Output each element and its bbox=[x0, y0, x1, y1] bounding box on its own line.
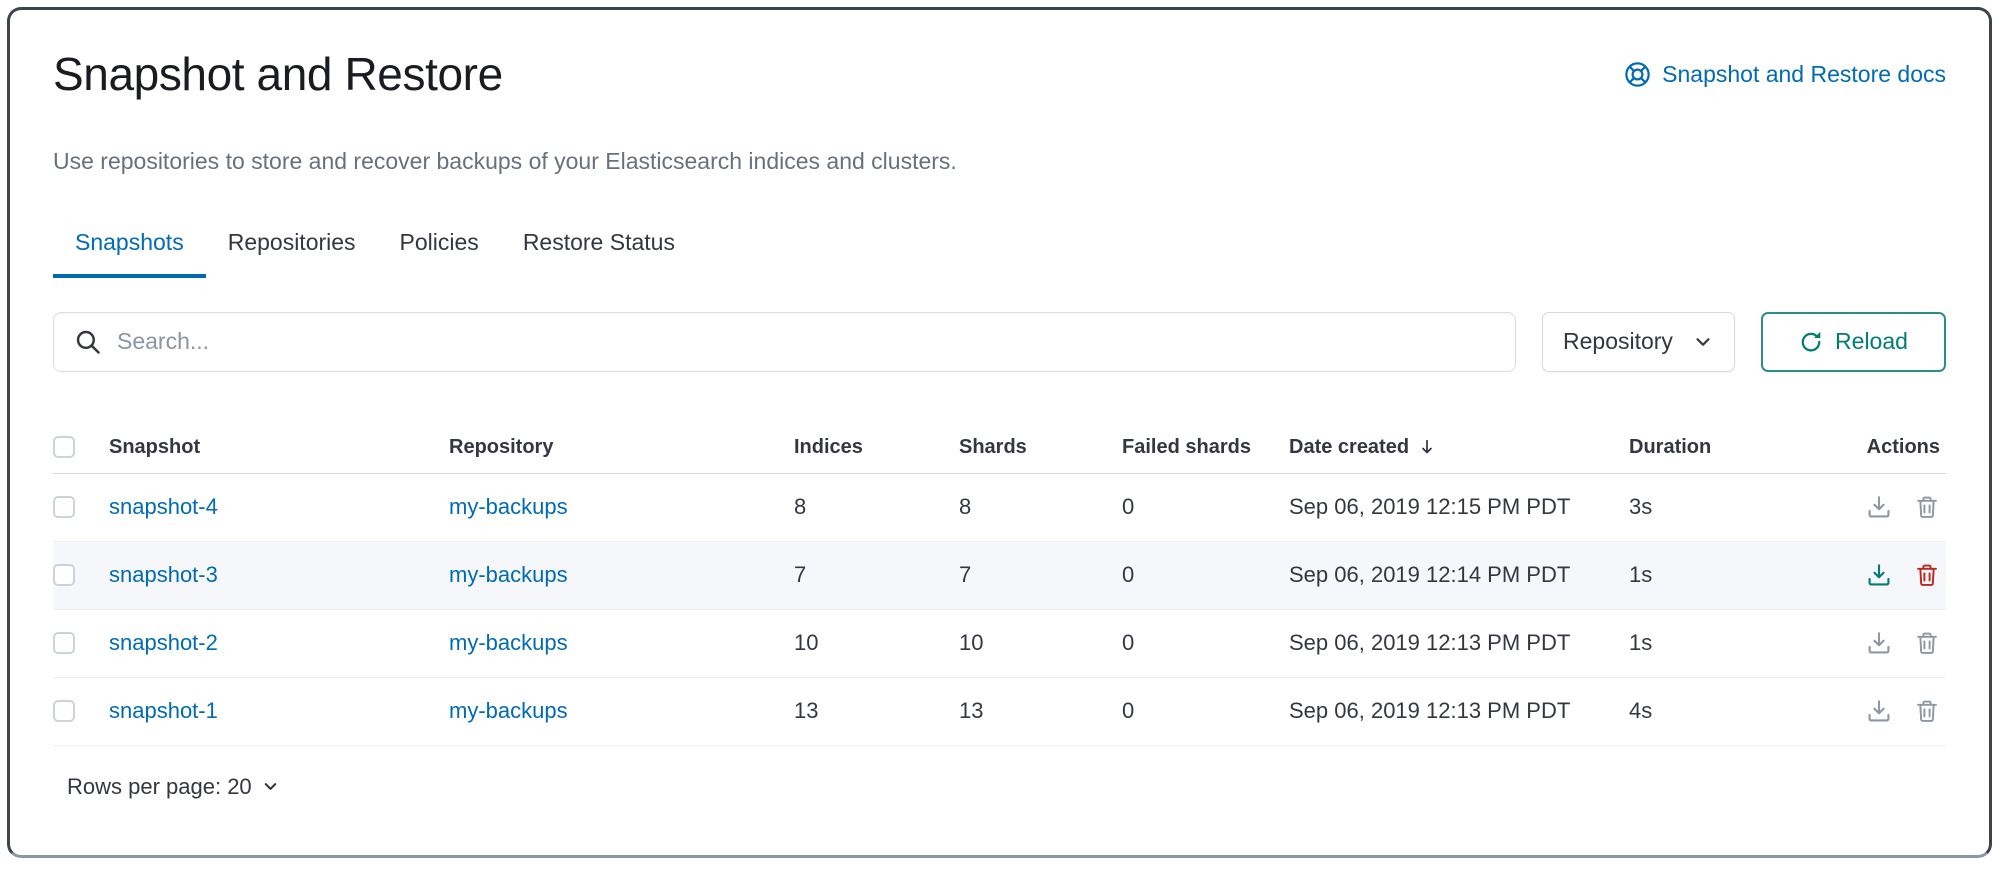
restore-snapshot-button[interactable] bbox=[1866, 562, 1892, 588]
indices-cell: 8 bbox=[794, 494, 959, 520]
tab-restore-status[interactable]: Restore Status bbox=[501, 229, 697, 278]
row-checkbox[interactable] bbox=[53, 564, 75, 586]
column-header-indices[interactable]: Indices bbox=[794, 436, 959, 459]
repository-link[interactable]: my-backups bbox=[449, 494, 568, 519]
repository-link[interactable]: my-backups bbox=[449, 630, 568, 655]
restore-snapshot-button[interactable] bbox=[1866, 698, 1892, 724]
trash-icon bbox=[1914, 698, 1940, 724]
column-header-actions: Actions bbox=[1867, 436, 1946, 459]
repository-link[interactable]: my-backups bbox=[449, 698, 568, 723]
repository-filter-button[interactable]: Repository bbox=[1542, 312, 1735, 372]
snapshots-table: Snapshot Repository Indices Shards Faile… bbox=[53, 422, 1946, 746]
refresh-icon bbox=[1799, 330, 1823, 354]
select-all-checkbox[interactable] bbox=[53, 436, 75, 458]
reload-button[interactable]: Reload bbox=[1761, 312, 1946, 372]
page-subtitle: Use repositories to store and recover ba… bbox=[53, 148, 1946, 175]
tab-repositories[interactable]: Repositories bbox=[206, 229, 378, 278]
chevron-down-icon bbox=[1692, 331, 1714, 353]
table-row: snapshot-2 my-backups 10 10 0 Sep 06, 20… bbox=[53, 610, 1946, 678]
table-row: snapshot-1 my-backups 13 13 0 Sep 06, 20… bbox=[53, 678, 1946, 746]
repository-link[interactable]: my-backups bbox=[449, 562, 568, 587]
docs-link-label: Snapshot and Restore docs bbox=[1662, 61, 1946, 88]
indices-cell: 10 bbox=[794, 630, 959, 656]
shards-cell: 13 bbox=[959, 698, 1122, 724]
failed-shards-cell: 0 bbox=[1122, 562, 1289, 588]
trash-icon bbox=[1914, 494, 1940, 520]
search-icon bbox=[74, 328, 102, 356]
shards-cell: 10 bbox=[959, 630, 1122, 656]
download-icon bbox=[1866, 630, 1892, 656]
delete-snapshot-button[interactable] bbox=[1914, 494, 1940, 520]
column-header-date-created-label: Date created bbox=[1289, 436, 1409, 459]
search-input[interactable] bbox=[117, 328, 1495, 355]
page-title: Snapshot and Restore bbox=[53, 46, 503, 104]
row-checkbox[interactable] bbox=[53, 632, 75, 654]
snapshot-link[interactable]: snapshot-2 bbox=[109, 630, 218, 655]
indices-cell: 13 bbox=[794, 698, 959, 724]
trash-icon bbox=[1914, 630, 1940, 656]
column-header-snapshot[interactable]: Snapshot bbox=[109, 436, 449, 459]
rows-per-page-label: Rows per page: 20 bbox=[67, 774, 252, 800]
failed-shards-cell: 0 bbox=[1122, 698, 1289, 724]
table-row: snapshot-3 my-backups 7 7 0 Sep 06, 2019… bbox=[53, 542, 1946, 610]
search-box[interactable] bbox=[53, 312, 1516, 372]
column-header-duration[interactable]: Duration bbox=[1629, 436, 1844, 459]
failed-shards-cell: 0 bbox=[1122, 630, 1289, 656]
date-created-cell: Sep 06, 2019 12:15 PM PDT bbox=[1289, 494, 1629, 520]
table-body: snapshot-4 my-backups 8 8 0 Sep 06, 2019… bbox=[53, 474, 1946, 746]
delete-snapshot-button[interactable] bbox=[1914, 698, 1940, 724]
duration-cell: 1s bbox=[1629, 630, 1844, 656]
duration-cell: 3s bbox=[1629, 494, 1844, 520]
life-buoy-icon bbox=[1624, 61, 1651, 88]
toolbar: Repository Reload bbox=[53, 312, 1946, 372]
download-icon bbox=[1866, 494, 1892, 520]
chevron-down-icon bbox=[261, 777, 280, 796]
table-header-row: Snapshot Repository Indices Shards Faile… bbox=[53, 422, 1946, 474]
download-icon bbox=[1866, 698, 1892, 724]
repository-filter-label: Repository bbox=[1563, 328, 1673, 355]
shards-cell: 7 bbox=[959, 562, 1122, 588]
pagination: Rows per page: 20 bbox=[53, 746, 1946, 800]
date-created-cell: Sep 06, 2019 12:13 PM PDT bbox=[1289, 630, 1629, 656]
column-header-date-created[interactable]: Date created bbox=[1289, 436, 1629, 459]
column-header-failed-shards[interactable]: Failed shards bbox=[1122, 436, 1289, 459]
tab-policies[interactable]: Policies bbox=[378, 229, 501, 278]
duration-cell: 4s bbox=[1629, 698, 1844, 724]
download-icon bbox=[1866, 562, 1892, 588]
delete-snapshot-button[interactable] bbox=[1914, 630, 1940, 656]
column-header-shards[interactable]: Shards bbox=[959, 436, 1122, 459]
column-header-repository[interactable]: Repository bbox=[449, 436, 794, 459]
snapshot-link[interactable]: snapshot-1 bbox=[109, 698, 218, 723]
restore-snapshot-button[interactable] bbox=[1866, 630, 1892, 656]
date-created-cell: Sep 06, 2019 12:14 PM PDT bbox=[1289, 562, 1629, 588]
trash-icon bbox=[1914, 562, 1940, 588]
duration-cell: 1s bbox=[1629, 562, 1844, 588]
snapshot-link[interactable]: snapshot-4 bbox=[109, 494, 218, 519]
row-checkbox[interactable] bbox=[53, 700, 75, 722]
delete-snapshot-button[interactable] bbox=[1914, 562, 1940, 588]
indices-cell: 7 bbox=[794, 562, 959, 588]
docs-link[interactable]: Snapshot and Restore docs bbox=[1624, 61, 1946, 88]
sort-down-icon bbox=[1417, 437, 1437, 457]
page-header: Snapshot and Restore Snapshot and Restor… bbox=[53, 46, 1946, 104]
snapshot-link[interactable]: snapshot-3 bbox=[109, 562, 218, 587]
shards-cell: 8 bbox=[959, 494, 1122, 520]
rows-per-page-button[interactable]: Rows per page: 20 bbox=[67, 774, 280, 800]
row-checkbox[interactable] bbox=[53, 496, 75, 518]
tab-bar: Snapshots Repositories Policies Restore … bbox=[53, 229, 1946, 278]
table-row: snapshot-4 my-backups 8 8 0 Sep 06, 2019… bbox=[53, 474, 1946, 542]
restore-snapshot-button[interactable] bbox=[1866, 494, 1892, 520]
tab-snapshots[interactable]: Snapshots bbox=[53, 229, 206, 278]
date-created-cell: Sep 06, 2019 12:13 PM PDT bbox=[1289, 698, 1629, 724]
failed-shards-cell: 0 bbox=[1122, 494, 1289, 520]
app-window: Snapshot and Restore Snapshot and Restor… bbox=[7, 7, 1992, 858]
reload-button-label: Reload bbox=[1835, 328, 1908, 355]
